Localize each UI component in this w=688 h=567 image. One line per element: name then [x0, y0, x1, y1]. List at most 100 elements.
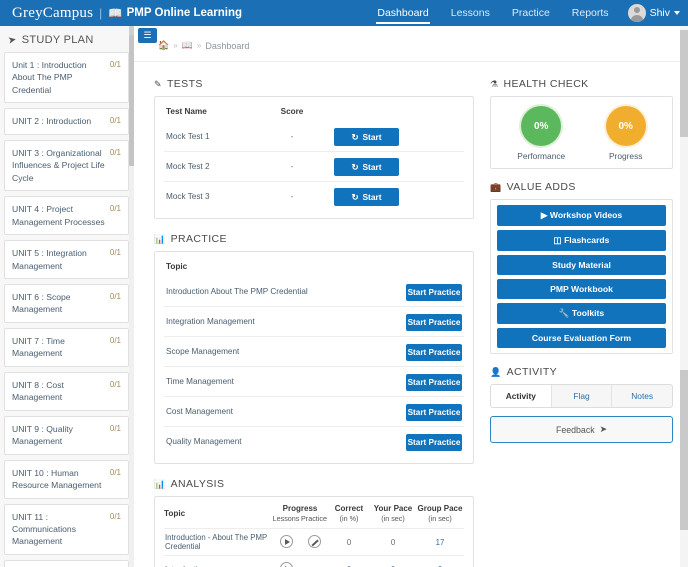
sidebar-item-unit-10[interactable]: UNIT 10 : Human Resource Management 0/1: [4, 459, 129, 499]
course-evaluation-form-button[interactable]: Course Evaluation Form: [497, 328, 666, 348]
page-scrollbar-thumb-lower[interactable]: [680, 370, 688, 530]
course-title-label: PMP Online Learning: [126, 7, 243, 19]
sidebar-item-unit-12[interactable]: UNIT 12 : Risk Management0/1: [4, 559, 129, 567]
unit-count: 0/1: [109, 467, 121, 477]
test-score: -: [260, 151, 324, 182]
sidebar-item-unit-3[interactable]: UNIT 3 : Organizational Influences & Pro…: [4, 139, 129, 192]
sidebar-item-unit-6[interactable]: UNIT 6 : Scope Management 0/1: [4, 283, 129, 323]
brand-logo[interactable]: GreyCampus: [0, 5, 93, 22]
start-practice-button[interactable]: Start Practice: [406, 374, 462, 391]
book-icon[interactable]: 📖: [182, 40, 193, 51]
analysis-title: ANALYSIS: [170, 478, 225, 490]
health-check-panel: 0% Performance 0% Progress: [490, 96, 673, 169]
unit-count: 0/1: [109, 248, 121, 258]
start-practice-button[interactable]: Start Practice: [406, 344, 462, 361]
sidebar-item-unit-9[interactable]: UNIT 9 : Quality Management 0/1: [4, 415, 129, 455]
feedback-label: Feedback: [555, 424, 595, 435]
unit-label: UNIT 9 : Quality Management: [12, 423, 73, 447]
sidebar-item-unit-5[interactable]: UNIT 5 : Integration Management 0/1: [4, 240, 129, 279]
table-row: Mock Test 1 - ↻ Start: [164, 122, 464, 152]
breadcrumb-separator: »: [196, 41, 202, 50]
paper-plane-icon: ➤: [599, 424, 607, 434]
study-material-button[interactable]: Study Material: [497, 255, 666, 275]
sidebar-item-unit-11[interactable]: UNIT 11 : Communications Management 0/1: [4, 503, 129, 555]
analysis-correct: 0: [328, 528, 370, 556]
practice-topic: Introduction About The PMP Credential: [166, 287, 308, 296]
wrench-icon: 🔧: [558, 308, 570, 318]
analysis-subheader-your-pace-unit: (in sec): [381, 514, 405, 523]
rocket-icon: ➤: [7, 33, 18, 47]
start-test-button[interactable]: ↻ Start: [334, 188, 399, 206]
refresh-icon: ↻: [351, 132, 359, 142]
tests-title: TESTS: [166, 78, 203, 90]
tab-activity[interactable]: Activity: [491, 385, 552, 407]
nav-item-dashboard[interactable]: Dashboard: [366, 0, 439, 26]
start-practice-button[interactable]: Start Practice: [406, 284, 462, 301]
feedback-button[interactable]: Feedback ➤: [490, 416, 673, 443]
analysis-section-header: 📊 ANALYSIS: [154, 478, 474, 490]
play-circle-icon[interactable]: [279, 562, 293, 567]
table-row: Scope Management Start Practice: [164, 336, 464, 367]
unit-label: UNIT 11 : Communications Management: [12, 511, 76, 547]
test-score: -: [290, 132, 294, 141]
activity-title: ACTIVITY: [506, 366, 558, 378]
unit-count: 0/1: [109, 60, 121, 69]
pmp-workbook-button[interactable]: PMP Workbook: [497, 279, 666, 299]
start-test-button[interactable]: ↻ Start: [334, 128, 399, 146]
start-test-button[interactable]: ↻ Start: [334, 158, 399, 176]
home-icon[interactable]: 🏠: [158, 40, 169, 51]
page-scrollbar-thumb-upper[interactable]: [680, 30, 688, 137]
flashcards-button[interactable]: ◫ Flashcards: [497, 230, 666, 251]
analysis-group-pace: 17: [416, 528, 464, 556]
unit-count: 0/1: [109, 291, 121, 301]
unit-label: UNIT 7 : Time Management: [12, 335, 65, 359]
unit-label: UNIT 8 : Cost Management: [12, 379, 64, 403]
practice-topic: Cost Management: [164, 396, 386, 427]
start-practice-button[interactable]: Start Practice: [406, 404, 462, 421]
sidebar-item-unit-2[interactable]: UNIT 2 : Introduction 0/1: [4, 108, 129, 135]
practice-title: PRACTICE: [170, 233, 227, 245]
analysis-correct: 0: [328, 555, 370, 567]
workshop-videos-button[interactable]: ▶ Workshop Videos: [497, 205, 666, 226]
sidebar-item-unit-7[interactable]: UNIT 7 : Time Management 0/1: [4, 327, 129, 367]
flashcards-label: Flashcards: [564, 235, 610, 245]
tab-flag[interactable]: Flag: [552, 385, 613, 407]
unit-label: UNIT 4 : Project Management Processes: [12, 204, 105, 227]
analysis-your-pace: 0: [370, 555, 416, 567]
sidebar-item-unit-1[interactable]: Unit 1 : Introduction About The PMP Cred…: [4, 52, 129, 104]
tab-notes[interactable]: Notes: [612, 385, 672, 407]
nav-item-lessons[interactable]: Lessons: [440, 0, 501, 26]
start-test-label: Start: [362, 162, 382, 172]
start-practice-button[interactable]: Start Practice: [406, 434, 462, 451]
sidebar-item-unit-8[interactable]: UNIT 8 : Cost Management 0/1: [4, 371, 129, 411]
play-circle-icon: ▶: [540, 210, 548, 220]
nav-item-practice[interactable]: Practice: [501, 0, 561, 26]
test-name: Mock Test 3: [164, 181, 260, 211]
briefcase-icon: 💼: [490, 181, 502, 192]
activity-section-header: 👤 ACTIVITY: [490, 366, 673, 378]
left-column: ✎ TESTS Test Name Score Mock Test 1 - ↻ …: [134, 62, 482, 567]
nav-item-reports[interactable]: Reports: [561, 0, 620, 26]
sidebar-item-unit-4[interactable]: UNIT 4 : Project Management Processes 0/1: [4, 196, 129, 236]
unit-label: Unit 1 : Introduction About The PMP Cred…: [12, 60, 87, 95]
table-row: Cost Management Start Practice: [164, 396, 464, 427]
right-column: ⚗ HEALTH CHECK 0% Performance 0% Progres…: [482, 62, 681, 567]
value-adds-title: VALUE ADDS: [506, 181, 576, 193]
unit-count: 0/1: [109, 204, 121, 214]
analysis-subheader-practice: Practice: [301, 514, 327, 523]
sidebar-unit-list: Unit 1 : Introduction About The PMP Cred…: [0, 52, 133, 567]
unit-count: 0/1: [109, 423, 121, 433]
user-menu[interactable]: Shiv: [620, 4, 680, 22]
toolkits-button[interactable]: 🔧 Toolkits: [497, 303, 666, 324]
progress-label: Progress: [608, 151, 643, 161]
start-practice-button[interactable]: Start Practice: [406, 314, 462, 331]
breadcrumb-current: Dashboard: [205, 40, 250, 51]
practice-section-header: 📊 PRACTICE: [154, 233, 474, 245]
book-icon: 📖: [108, 8, 123, 20]
table-row: Quality Management Start Practice: [164, 426, 464, 456]
hamburger-icon[interactable]: ☰: [138, 28, 157, 43]
pencil-circle-icon[interactable]: [307, 535, 321, 549]
table-row: Integration Management Start Practice: [164, 306, 464, 337]
test-name: Mock Test 1: [166, 132, 210, 141]
play-circle-icon[interactable]: [279, 535, 293, 549]
